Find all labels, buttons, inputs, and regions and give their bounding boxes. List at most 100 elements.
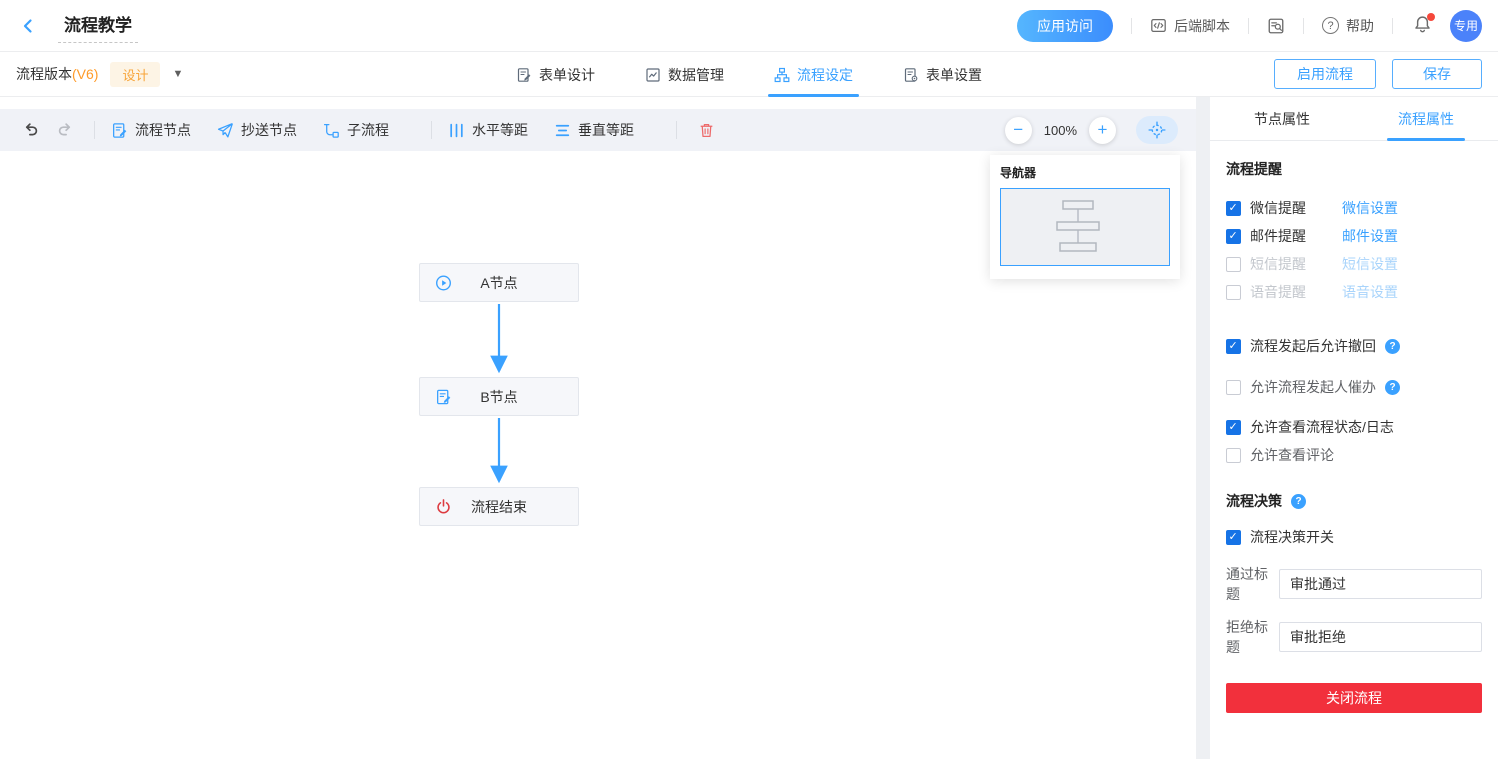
decision-help-icon[interactable]: ?	[1291, 494, 1306, 509]
navigator-toggle-button[interactable]	[1136, 116, 1178, 144]
tab-label: 表单设置	[926, 65, 982, 85]
urge-help-icon[interactable]: ?	[1385, 380, 1400, 395]
decision-switch-checkbox[interactable]	[1226, 530, 1241, 545]
help-button[interactable]: ? 帮助	[1322, 16, 1374, 36]
allow-urge-checkbox[interactable]	[1226, 380, 1241, 395]
pass-title-input[interactable]	[1279, 569, 1482, 599]
pass-title-row: 通过标题	[1226, 564, 1482, 604]
tool-label: 抄送节点	[241, 120, 297, 140]
tool-label: 子流程	[347, 120, 389, 140]
navigator-title: 导航器	[1000, 164, 1170, 181]
backend-script-button[interactable]: 后端脚本	[1150, 16, 1230, 36]
withdraw-help-icon[interactable]: ?	[1385, 339, 1400, 354]
tab-label: 节点属性	[1254, 109, 1310, 129]
option-row-urge: 允许流程发起人催办 ?	[1226, 373, 1482, 401]
canvas-toolbar: 流程节点 抄送节点 子流程 水平等距 垂直等距	[0, 109, 1196, 151]
view-comments-checkbox[interactable]	[1226, 448, 1241, 463]
version-group: 流程版本 (V6) 设计 ▼	[16, 62, 183, 87]
log-search-button[interactable]	[1267, 17, 1285, 35]
notification-dot	[1427, 13, 1435, 21]
page-title[interactable]: 流程教学	[58, 9, 138, 43]
flow-node-b[interactable]: B节点	[419, 377, 579, 416]
add-subflow-tool[interactable]: 子流程	[323, 120, 389, 140]
zoom-in-button[interactable]: +	[1089, 117, 1116, 144]
trash-icon	[698, 122, 715, 139]
allow-withdraw-checkbox[interactable]	[1226, 339, 1241, 354]
flow-settings-icon	[774, 67, 790, 83]
email-reminder-checkbox[interactable]	[1226, 229, 1241, 244]
node-label: 流程结束	[420, 488, 578, 525]
reject-title-row: 拒绝标题	[1226, 617, 1482, 657]
notifications-button[interactable]	[1413, 15, 1432, 37]
navigator-minimap[interactable]	[1000, 188, 1170, 266]
reminder-label: 邮件提醒	[1250, 226, 1306, 246]
backend-script-label: 后端脚本	[1174, 16, 1230, 36]
voice-reminder-checkbox[interactable]	[1226, 285, 1241, 300]
wechat-reminder-checkbox[interactable]	[1226, 201, 1241, 216]
flow-node-icon	[111, 122, 128, 139]
divider	[1131, 18, 1132, 34]
back-button[interactable]	[16, 14, 40, 38]
wechat-settings-link[interactable]: 微信设置	[1342, 198, 1398, 218]
reminder-row-wechat: 微信提醒 微信设置	[1226, 194, 1482, 222]
reminder-row-sms: 短信提醒 短信设置	[1226, 250, 1482, 278]
enable-flow-button[interactable]: 启用流程	[1274, 59, 1376, 89]
tab-label: 流程属性	[1398, 109, 1454, 129]
tool-label: 垂直等距	[578, 120, 634, 140]
pass-title-label: 通过标题	[1226, 564, 1279, 604]
tab-form-settings[interactable]: 表单设置	[903, 52, 982, 97]
horizontal-spacing-tool[interactable]: 水平等距	[448, 120, 528, 140]
add-cc-node-tool[interactable]: 抄送节点	[217, 120, 297, 140]
option-label: 流程发起后允许撤回	[1250, 336, 1376, 356]
sub-header: 流程版本 (V6) 设计 ▼ 表单设计 数据管理 流程设定 表单设置 启用流程 …	[0, 52, 1498, 97]
tab-node-properties[interactable]: 节点属性	[1210, 97, 1354, 140]
vertical-spacing-icon	[554, 122, 571, 139]
zoom-level: 100%	[1044, 123, 1077, 138]
horizontal-spacing-icon	[448, 122, 465, 139]
flow-node-start[interactable]: A节点	[419, 263, 579, 302]
vertical-spacing-tool[interactable]: 垂直等距	[554, 120, 634, 140]
tab-data-management[interactable]: 数据管理	[645, 52, 724, 97]
version-dropdown[interactable]: ▼	[172, 68, 183, 80]
sms-settings-link[interactable]: 短信设置	[1342, 254, 1398, 274]
properties-panel: 节点属性 流程属性 流程提醒 微信提醒 微信设置 邮件提醒 邮件设置 短信提醒 …	[1210, 97, 1498, 759]
divider	[676, 121, 677, 139]
app-access-button[interactable]: 应用访问	[1017, 10, 1113, 42]
undo-button[interactable]	[18, 117, 44, 143]
form-settings-icon	[903, 67, 919, 83]
sub-header-actions: 启用流程 保存	[1274, 59, 1482, 89]
log-search-icon	[1267, 17, 1285, 35]
option-row-withdraw: 流程发起后允许撤回 ?	[1226, 332, 1482, 360]
navigator-panel: 导航器	[990, 155, 1180, 279]
version-number: (V6)	[72, 66, 98, 82]
code-icon	[1150, 17, 1167, 34]
reject-title-input[interactable]	[1279, 622, 1482, 652]
zoom-controls: − 100% +	[1005, 116, 1178, 144]
tab-form-design[interactable]: 表单设计	[516, 52, 595, 97]
voice-settings-link[interactable]: 语音设置	[1342, 282, 1398, 302]
version-label: 流程版本	[16, 64, 72, 84]
properties-tabs: 节点属性 流程属性	[1210, 97, 1498, 141]
delete-button[interactable]	[693, 117, 719, 143]
add-flow-node-tool[interactable]: 流程节点	[111, 120, 191, 140]
redo-button[interactable]	[52, 117, 78, 143]
option-label: 允许查看流程状态/日志	[1250, 417, 1394, 437]
flow-canvas[interactable]: 流程节点 抄送节点 子流程 水平等距 垂直等距	[0, 97, 1196, 759]
reminder-label: 语音提醒	[1250, 282, 1306, 302]
tab-flow-settings[interactable]: 流程设定	[774, 52, 853, 97]
help-icon: ?	[1322, 17, 1339, 34]
save-button[interactable]: 保存	[1392, 59, 1482, 89]
flow-node-end[interactable]: 流程结束	[419, 487, 579, 526]
redo-icon	[56, 121, 74, 139]
subflow-icon	[323, 122, 340, 139]
help-label: 帮助	[1346, 16, 1374, 36]
email-settings-link[interactable]: 邮件设置	[1342, 226, 1398, 246]
avatar[interactable]: 专用	[1450, 10, 1482, 42]
zoom-out-button[interactable]: −	[1005, 117, 1032, 144]
top-header: 流程教学 应用访问 后端脚本 ? 帮助 专用	[0, 0, 1498, 52]
view-status-checkbox[interactable]	[1226, 420, 1241, 435]
close-flow-button[interactable]: 关闭流程	[1226, 683, 1482, 713]
sms-reminder-checkbox[interactable]	[1226, 257, 1241, 272]
header-actions: 应用访问 后端脚本 ? 帮助 专用	[1017, 10, 1482, 42]
tab-flow-properties[interactable]: 流程属性	[1354, 97, 1498, 140]
